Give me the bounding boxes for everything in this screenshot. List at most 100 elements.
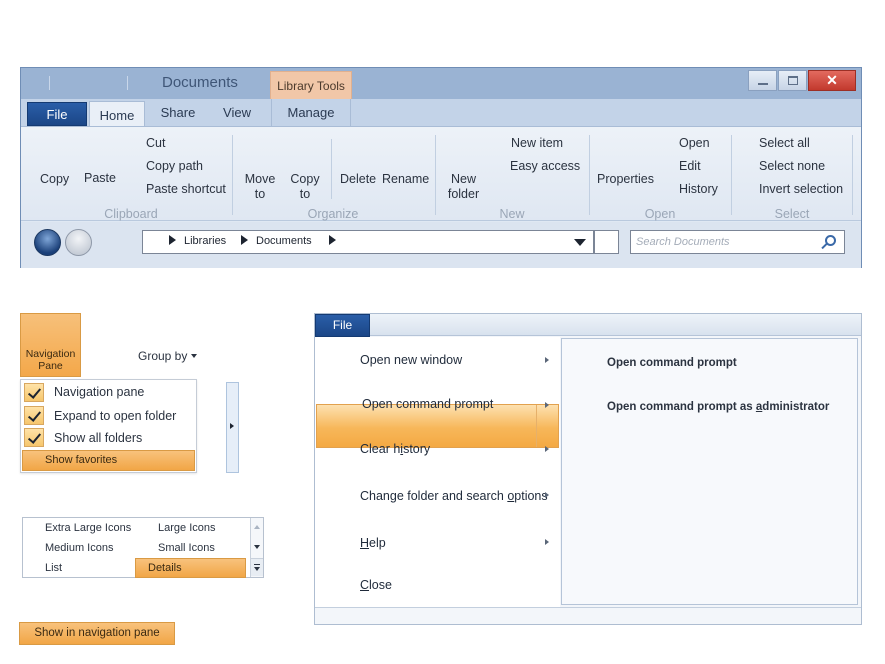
copy-to-button[interactable]: Copy to [286,172,324,202]
copy-to-label: Copy [290,172,320,186]
maximize-icon [788,76,798,85]
new-folder-button[interactable]: New folder [441,172,486,202]
checkbox-navigation-pane[interactable] [24,383,44,402]
menu-label-part: elp [369,536,386,550]
breadcrumb-libraries[interactable]: Libraries [169,235,226,247]
submenu-arrow-icon [545,402,549,408]
invert-selection-button[interactable]: Invert selection [759,182,843,196]
explorer-window: Documents Library Tools ✕ File Home Shar… [20,67,862,268]
navigation-pane-menu: Navigation pane Expand to open folder Sh… [20,379,197,473]
search-input[interactable]: Search Documents [630,230,845,254]
gallery-more-icon[interactable] [251,558,263,576]
split-divider [536,405,537,447]
menu-label-part: lose [369,578,392,592]
gallery-scrollbar[interactable] [250,518,263,577]
menu-label-part: dministrator [762,401,830,413]
select-all-button[interactable]: Select all [759,136,810,150]
tab-view[interactable]: View [215,99,259,126]
tab-share[interactable]: Share [153,99,203,126]
layout-details[interactable]: Details [135,558,246,578]
show-in-navigation-pane-button[interactable]: Show in navigation pane [19,622,175,645]
new-item-button[interactable]: New item [511,136,563,150]
menu-open-command-prompt[interactable]: Open command prompt [362,397,493,411]
copy-path-button[interactable]: Copy path [146,159,203,173]
cut-button[interactable]: Cut [146,136,165,150]
title-bar: Documents Library Tools ✕ [21,68,861,100]
menu-change-folder-options[interactable]: Change folder and search options [360,489,548,503]
file-menu-footer [315,607,861,624]
tab-file[interactable]: File [27,102,87,126]
paste-shortcut-button[interactable]: Paste shortcut [146,182,226,196]
menu-open-new-window[interactable]: Open new window [360,353,462,367]
menu-label-part: Clear h [360,442,401,456]
navigation-pane-label: Pane [38,360,63,372]
move-to-button[interactable]: Move to [240,172,280,202]
breadcrumb-documents[interactable]: Documents [241,235,312,247]
file-menu-commands: Open new window Open command prompt Clea… [315,337,560,607]
submenu-arrow-icon [545,492,549,498]
group-by-button[interactable]: Group by [138,349,198,363]
address-bar[interactable]: Libraries Documents [142,230,594,254]
minimize-button[interactable] [748,70,777,91]
scroll-down-icon[interactable] [254,545,260,549]
edit-button[interactable]: Edit [679,159,701,173]
layout-large-icons[interactable]: Large Icons [158,522,215,534]
menu-clear-history[interactable]: Clear history [360,442,430,456]
chevron-right-icon [169,235,176,245]
group-separator [731,135,732,215]
file-menu-tab[interactable]: File [315,314,370,337]
organize-group-label: Organize [307,207,359,221]
copy-to-label: to [299,187,311,201]
copy-button[interactable]: Copy [40,172,69,186]
checkbox-show-all-folders[interactable] [24,428,44,447]
layout-list[interactable]: List [45,562,62,574]
breadcrumb-expand[interactable] [329,235,344,247]
select-none-button[interactable]: Select none [759,159,825,173]
open-button[interactable]: Open [679,136,710,150]
paste-button[interactable]: Paste [84,171,116,185]
search-placeholder: Search Documents [636,236,730,248]
delete-button[interactable]: Delete [340,172,376,186]
menu-help[interactable]: Help [360,536,386,550]
rename-button[interactable]: Rename [382,172,429,186]
properties-button[interactable]: Properties [597,172,654,186]
address-dropdown-icon[interactable] [574,239,586,246]
file-menu: File Open new window Open command prompt… [314,313,862,625]
menu-item-show-all-folders[interactable]: Show all folders [54,431,142,445]
minimize-icon [758,83,768,85]
menu-label-part: Change folder and search [360,489,508,503]
menu-item-show-favorites[interactable]: Show favorites [22,450,195,471]
pane-expander[interactable] [226,382,239,473]
submenu-open-command-prompt-admin[interactable]: Open command prompt as administrator [607,401,829,413]
forward-button[interactable] [65,229,92,256]
checkbox-expand-to-open-folder[interactable] [24,406,44,425]
layout-small-icons[interactable]: Small Icons [158,542,215,554]
back-button[interactable] [34,229,61,256]
layout-medium-icons[interactable]: Medium Icons [45,542,113,554]
navigation-pane-label: Navigation [25,348,76,360]
menu-item-expand-to-open-folder[interactable]: Expand to open folder [54,409,176,423]
move-to-label: to [254,187,266,201]
scroll-up-icon[interactable] [254,525,260,529]
refresh-button[interactable] [594,230,619,254]
submenu-arrow-icon [545,357,549,363]
window-title: Documents [162,74,238,91]
history-button[interactable]: History [679,182,718,196]
tab-manage[interactable]: Manage [271,99,351,126]
navigation-pane-button[interactable]: Navigation Pane [20,313,81,377]
tab-home[interactable]: Home [89,101,145,127]
menu-item-navigation-pane[interactable]: Navigation pane [54,385,144,399]
group-by-label: Group by [138,349,188,363]
new-folder-label: New [450,172,476,186]
menu-close[interactable]: Close [360,578,392,592]
file-submenu-panel: Open command prompt Open command prompt … [561,338,858,605]
submenu-open-command-prompt[interactable]: Open command prompt [607,357,737,369]
easy-access-button[interactable]: Easy access [510,159,580,173]
search-icon[interactable] [825,235,836,246]
access-key: C [360,578,370,592]
layout-extra-large-icons[interactable]: Extra Large Icons [45,522,131,534]
group-separator [331,139,332,199]
move-to-label: Move [244,172,276,186]
maximize-button[interactable] [778,70,807,91]
close-button[interactable]: ✕ [808,70,856,91]
